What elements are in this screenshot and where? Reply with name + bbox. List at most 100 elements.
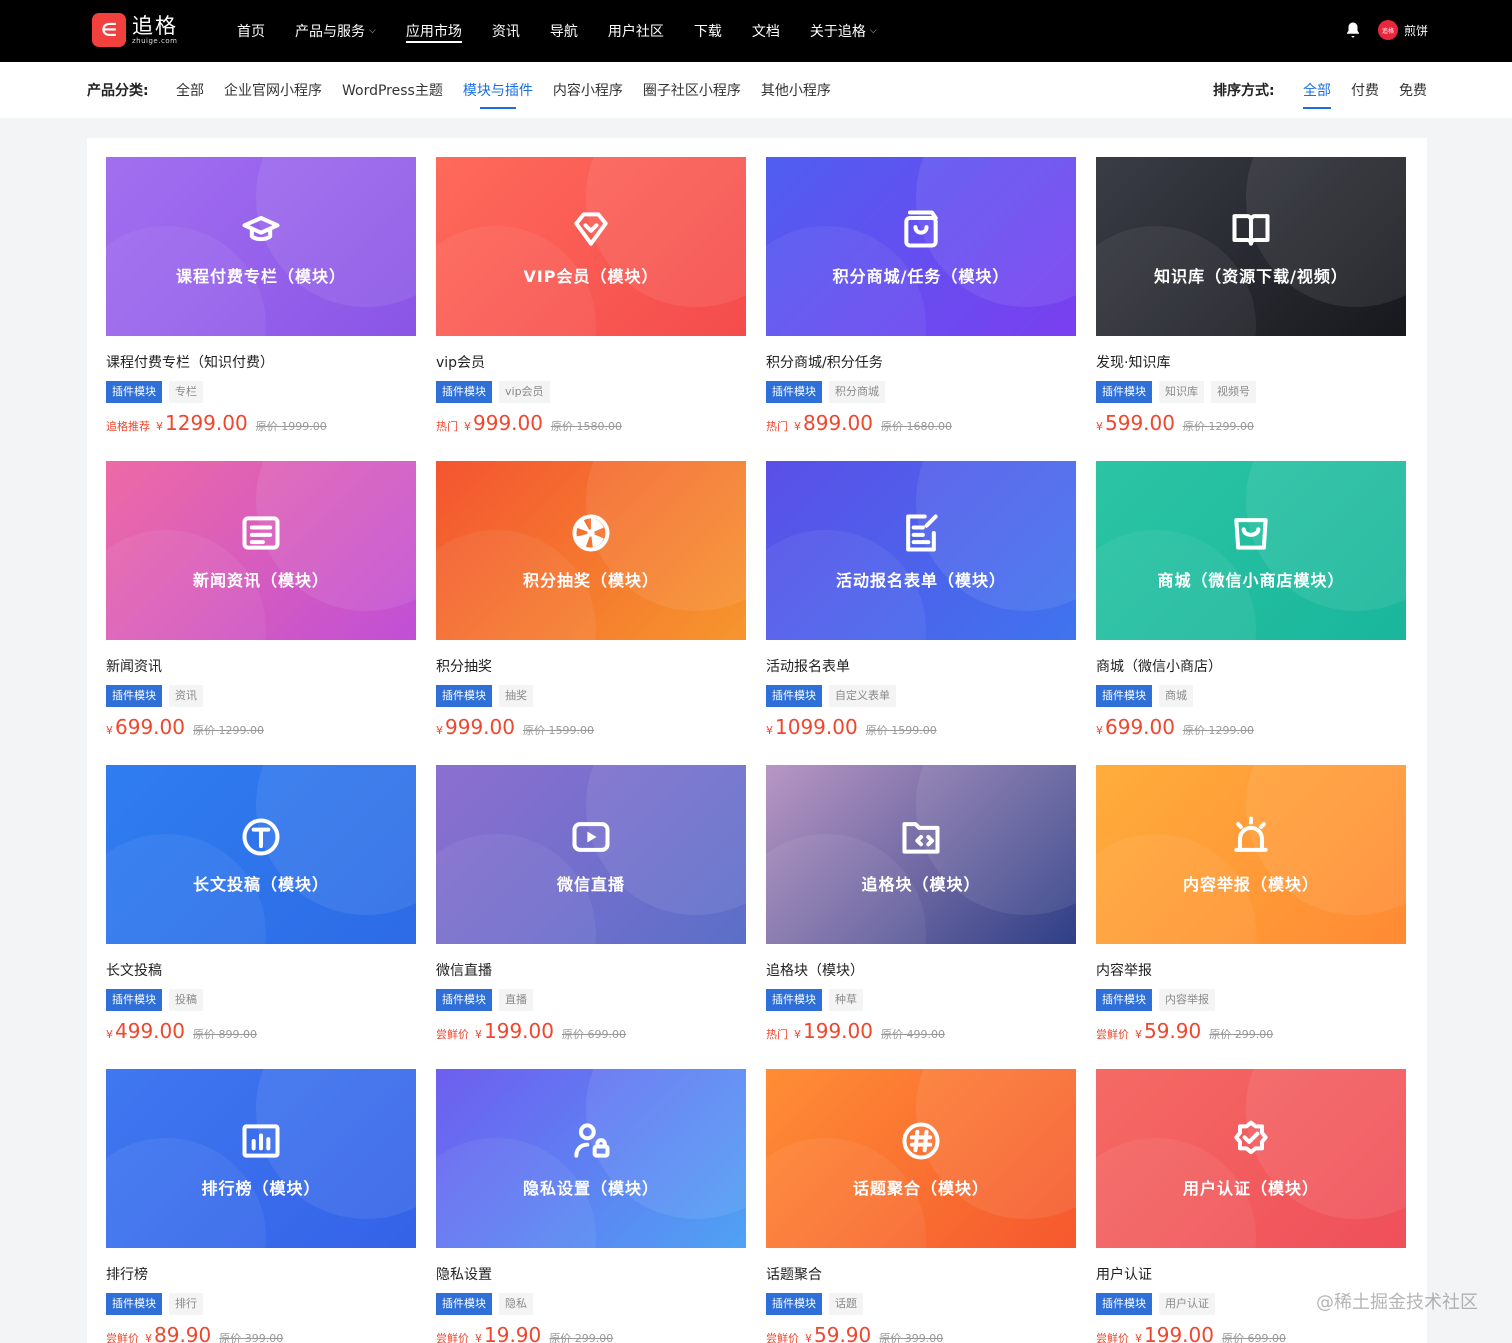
product-card[interactable]: 话题聚合（模块） 话题聚合 插件模块 话题 尝鲜价 ¥59.90 原价 399.00 [766,1069,1076,1343]
product-name[interactable]: 内容举报 [1096,960,1406,980]
product-tag[interactable]: 插件模块 [766,989,822,1011]
product-name[interactable]: 话题聚合 [766,1264,1076,1284]
product-tag[interactable]: 隐私 [499,1293,533,1315]
product-tag[interactable]: 插件模块 [766,685,822,707]
nav-item[interactable]: 资讯 [492,0,520,62]
product-thumbnail[interactable]: 内容举报（模块） [1096,765,1406,944]
product-tag[interactable]: 插件模块 [436,381,492,403]
category-tab[interactable]: 圈子社区小程序 [643,80,741,100]
sort-tab[interactable]: 免费 [1399,80,1427,100]
product-card[interactable]: 长文投稿（模块） 长文投稿 插件模块 投稿 ¥499.00 原价 899.00 [106,765,416,1043]
product-tag[interactable]: 排行 [169,1293,203,1315]
username[interactable]: 煎饼 [1404,22,1428,39]
product-card[interactable]: VIP会员（模块） vip会员 插件模块 vip会员 热门 ¥999.00 原价 1580.… [436,157,746,435]
category-tab[interactable]: 企业官网小程序 [224,80,322,100]
product-thumbnail[interactable]: 追格块（模块） [766,765,1076,944]
product-thumbnail[interactable]: 积分商城/任务（模块） [766,157,1076,336]
product-tag[interactable]: 插件模块 [436,989,492,1011]
category-tab[interactable]: 模块与插件 [463,80,533,109]
product-name[interactable]: 商城（微信小商店） [1096,656,1406,676]
product-name[interactable]: vip会员 [436,352,746,372]
product-tag[interactable]: 插件模块 [106,1293,162,1315]
category-tab[interactable]: 内容小程序 [553,80,623,100]
product-name[interactable]: 追格块（模块） [766,960,1076,980]
product-thumbnail[interactable]: 排行榜（模块） [106,1069,416,1248]
product-card[interactable]: 追格块（模块） 追格块（模块） 插件模块 种草 热门 ¥199.00 原价 499.00 [766,765,1076,1043]
product-name[interactable]: 微信直播 [436,960,746,980]
product-name[interactable]: 排行榜 [106,1264,416,1284]
product-tag[interactable]: 投稿 [169,989,203,1011]
product-name[interactable]: 积分商城/积分任务 [766,352,1076,372]
product-card[interactable]: 内容举报（模块） 内容举报 插件模块 内容举报 尝鲜价 ¥59.90 原价 299.00 [1096,765,1406,1043]
nav-item[interactable]: 首页 [237,0,265,62]
product-name[interactable]: 用户认证 [1096,1264,1406,1284]
category-tab[interactable]: 其他小程序 [761,80,831,100]
nav-item[interactable]: 关于追格 ⌵ [810,0,877,62]
product-thumbnail[interactable]: 课程付费专栏（模块） [106,157,416,336]
product-tag[interactable]: 视频号 [1211,381,1256,403]
product-tag[interactable]: 种草 [829,989,863,1011]
product-tag[interactable]: 知识库 [1159,381,1204,403]
product-tag[interactable]: 专栏 [169,381,203,403]
product-tag[interactable]: 抽奖 [499,685,533,707]
product-card[interactable]: 活动报名表单（模块） 活动报名表单 插件模块 自定义表单 ¥1099.00 原价 1599… [766,461,1076,739]
product-tag[interactable]: vip会员 [499,381,550,403]
product-card[interactable]: 积分抽奖（模块） 积分抽奖 插件模块 抽奖 ¥999.00 原价 1599.00 [436,461,746,739]
category-tab[interactable]: WordPress主题 [342,80,443,100]
product-name[interactable]: 新闻资讯 [106,656,416,676]
product-thumbnail[interactable]: 新闻资讯（模块） [106,461,416,640]
product-tag[interactable]: 话题 [829,1293,863,1315]
product-name[interactable]: 积分抽奖 [436,656,746,676]
nav-item[interactable]: 产品与服务 ⌵ [295,0,376,62]
product-card[interactable]: 排行榜（模块） 排行榜 插件模块 排行 尝鲜价 ¥89.90 原价 399.00 [106,1069,416,1343]
product-tag[interactable]: 插件模块 [106,685,162,707]
product-tag[interactable]: 商城 [1159,685,1193,707]
sort-tab[interactable]: 付费 [1351,80,1379,100]
product-card[interactable]: 隐私设置（模块） 隐私设置 插件模块 隐私 尝鲜价 ¥19.90 原价 299.00 [436,1069,746,1343]
avatar[interactable]: 追格 [1377,20,1398,40]
product-card[interactable]: 知识库（资源下载/视频） 发现·知识库 插件模块 知识库 视频号 ¥599.00 原价 12… [1096,157,1406,435]
site-logo[interactable]: ∈ 追格 zhuige.com [92,13,178,47]
product-name[interactable]: 活动报名表单 [766,656,1076,676]
product-tag[interactable]: 插件模块 [1096,1293,1152,1315]
product-name[interactable]: 课程付费专栏（知识付费） [106,352,416,372]
product-tag[interactable]: 插件模块 [436,685,492,707]
product-card[interactable]: 商城（微信小商店模块） 商城（微信小商店） 插件模块 商城 ¥699.00 原价 1299… [1096,461,1406,739]
product-card[interactable]: 积分商城/任务（模块） 积分商城/积分任务 插件模块 积分商城 热门 ¥899.00 原价 … [766,157,1076,435]
product-tag[interactable]: 插件模块 [766,1293,822,1315]
product-tag[interactable]: 插件模块 [766,381,822,403]
product-tag[interactable]: 用户认证 [1159,1293,1215,1315]
product-card[interactable]: 新闻资讯（模块） 新闻资讯 插件模块 资讯 ¥699.00 原价 1299.00 [106,461,416,739]
product-thumbnail[interactable]: 活动报名表单（模块） [766,461,1076,640]
product-card[interactable]: 微信直播 微信直播 插件模块 直播 尝鲜价 ¥199.00 原价 699.00 [436,765,746,1043]
product-thumbnail[interactable]: 知识库（资源下载/视频） [1096,157,1406,336]
product-card[interactable]: 课程付费专栏（模块） 课程付费专栏（知识付费） 插件模块 专栏 追格推荐 ¥1299.00… [106,157,416,435]
product-tag[interactable]: 插件模块 [106,989,162,1011]
product-tag[interactable]: 资讯 [169,685,203,707]
product-tag[interactable]: 直播 [499,989,533,1011]
bell-icon[interactable] [1344,20,1362,40]
product-tag[interactable]: 自定义表单 [829,685,896,707]
product-thumbnail[interactable]: 用户认证（模块） [1096,1069,1406,1248]
sort-tab[interactable]: 全部 [1303,80,1331,109]
product-tag[interactable]: 插件模块 [106,381,162,403]
nav-item[interactable]: 应用市场 [405,0,462,62]
product-tag[interactable]: 插件模块 [1096,685,1152,707]
product-thumbnail[interactable]: 隐私设置（模块） [436,1069,746,1248]
product-thumbnail[interactable]: 商城（微信小商店模块） [1096,461,1406,640]
category-tab[interactable]: 全部 [176,80,204,100]
nav-item[interactable]: 文档 [752,0,780,62]
product-thumbnail[interactable]: 长文投稿（模块） [106,765,416,944]
product-name[interactable]: 发现·知识库 [1096,352,1406,372]
nav-item[interactable]: 用户社区 [608,0,664,62]
product-tag[interactable]: 插件模块 [1096,989,1152,1011]
nav-item[interactable]: 下载 [694,0,722,62]
product-thumbnail[interactable]: 积分抽奖（模块） [436,461,746,640]
product-thumbnail[interactable]: 微信直播 [436,765,746,944]
nav-item[interactable]: 导航 [550,0,578,62]
product-tag[interactable]: 内容举报 [1159,989,1215,1011]
product-name[interactable]: 隐私设置 [436,1264,746,1284]
product-name[interactable]: 长文投稿 [106,960,416,980]
product-tag[interactable]: 插件模块 [1096,381,1152,403]
product-tag[interactable]: 插件模块 [436,1293,492,1315]
